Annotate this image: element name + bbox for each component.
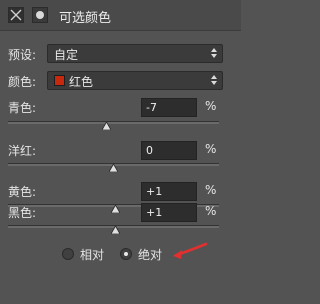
magenta-input[interactable]: 0 xyxy=(141,141,197,160)
relative-label: 相对 xyxy=(80,248,105,262)
cyan-slider-thumb[interactable] xyxy=(102,122,111,130)
cyan-percent: % xyxy=(205,99,217,113)
absolute-label: 绝对 xyxy=(138,248,163,262)
black-input[interactable]: +1 xyxy=(141,203,197,222)
color-swatch xyxy=(54,75,65,86)
magenta-label: 洋红: xyxy=(8,144,37,158)
relative-radio[interactable] xyxy=(62,248,74,260)
preset-label: 预设: xyxy=(8,48,37,62)
yellow-input[interactable]: +1 xyxy=(141,182,197,201)
black-label: 黑色: xyxy=(8,206,37,220)
cyan-slider-track[interactable] xyxy=(8,121,219,124)
selective-color-panel: 可选颜色 预设: 自定 颜色: 红色 青色: -7 % 洋红: 0 % 黄色: … xyxy=(0,0,241,304)
dropdown-arrows-icon xyxy=(210,46,218,63)
cyan-input[interactable]: -7 xyxy=(141,98,197,117)
preset-value: 自定 xyxy=(54,48,79,62)
black-slider-thumb[interactable] xyxy=(111,226,120,234)
yellow-label: 黄色: xyxy=(8,185,37,199)
magenta-slider-thumb[interactable] xyxy=(109,164,118,172)
colors-label: 颜色: xyxy=(8,75,37,89)
dropdown-arrows-icon xyxy=(210,73,218,90)
panel-title: 可选颜色 xyxy=(59,11,112,26)
cyan-label: 青色: xyxy=(8,101,37,115)
colors-value: 红色 xyxy=(69,75,94,89)
preset-dropdown[interactable]: 自定 xyxy=(47,44,223,63)
yellow-slider-thumb[interactable] xyxy=(111,205,120,213)
absolute-radio[interactable] xyxy=(120,248,132,260)
black-percent: % xyxy=(205,204,217,218)
yellow-percent: % xyxy=(205,183,217,197)
adjustment-layer-icon[interactable] xyxy=(8,7,24,23)
magenta-percent: % xyxy=(205,142,217,156)
layer-mask-icon[interactable] xyxy=(32,7,48,23)
annotation-arrow-icon xyxy=(173,242,208,259)
colors-dropdown[interactable]: 红色 xyxy=(47,71,223,90)
panel-header: 可选颜色 xyxy=(0,0,241,31)
